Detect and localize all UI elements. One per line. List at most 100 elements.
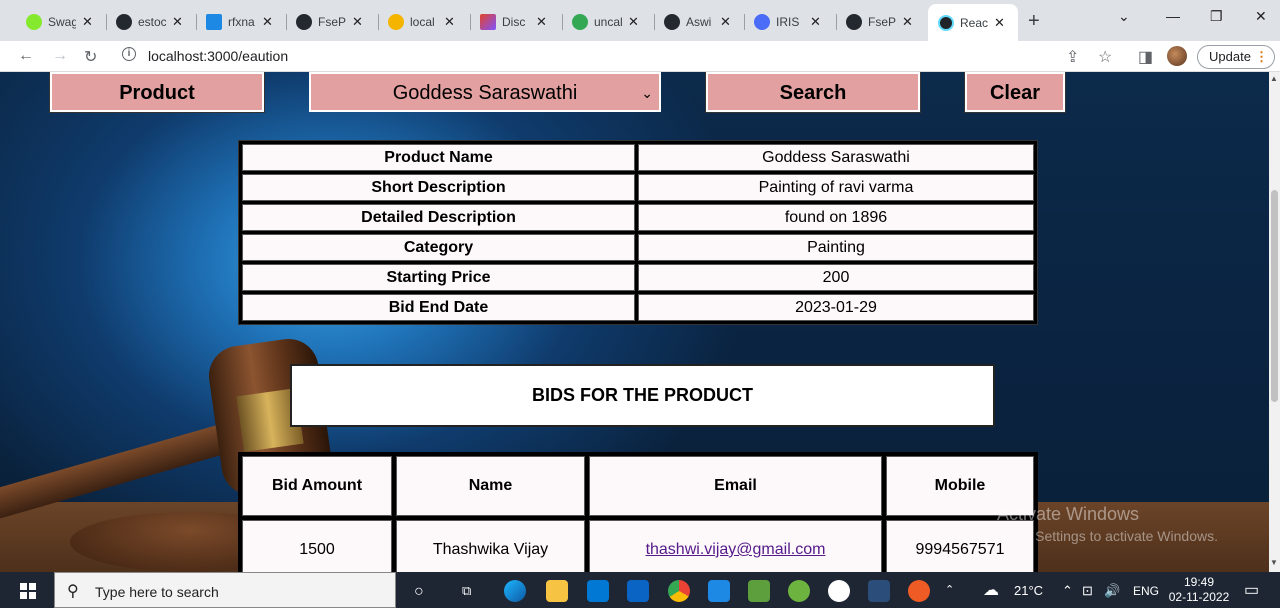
table-row: Product Name Goddess Saraswathi: [242, 144, 1034, 171]
table-row: Starting Price 200: [242, 264, 1034, 291]
detail-value: Painting of ravi varma: [638, 174, 1034, 201]
close-icon[interactable]: ✕: [994, 15, 1005, 31]
cortana-icon[interactable]: ○: [414, 583, 424, 601]
swagger-icon: [26, 13, 42, 30]
database-icon: [388, 13, 404, 30]
column-header: Name: [396, 456, 585, 516]
mail-icon[interactable]: [627, 580, 649, 602]
scroll-up-icon[interactable]: ▲: [1270, 74, 1278, 83]
minimize-icon[interactable]: —: [1166, 8, 1180, 24]
weather-temp[interactable]: 21°C: [1014, 583, 1043, 598]
tab-title: estoc: [138, 14, 166, 29]
close-icon[interactable]: ✕: [536, 14, 547, 30]
chrome-icon[interactable]: [668, 580, 690, 602]
tab-title: rfxna: [228, 14, 255, 29]
detail-key: Short Description: [242, 174, 635, 201]
forward-arrow-icon[interactable]: →: [52, 47, 68, 65]
tab-swagger[interactable]: Swag ✕: [16, 8, 107, 35]
tab-title: Aswi: [686, 14, 712, 29]
detail-value: Painting: [638, 234, 1034, 261]
chevron-up-icon[interactable]: ⌃: [945, 583, 954, 596]
reload-icon[interactable]: ↻: [84, 47, 97, 67]
tab-github-aswi[interactable]: Aswi ✕: [654, 8, 745, 35]
spring-tools-icon[interactable]: [788, 580, 810, 602]
close-icon[interactable]: ✕: [810, 14, 821, 30]
close-icon[interactable]: ✕: [352, 14, 363, 30]
tab-react-active[interactable]: Reac ✕: [928, 4, 1018, 41]
store-icon[interactable]: [587, 580, 609, 602]
product-button[interactable]: Product: [49, 72, 265, 113]
vscode-icon[interactable]: [708, 580, 730, 602]
github-icon: [846, 13, 862, 30]
detail-value: 2023-01-29: [638, 294, 1034, 321]
taskbar-clock[interactable]: 19:49 02-11-2022: [1165, 575, 1233, 605]
github-icon: [116, 13, 132, 30]
tab-github-fsep-2[interactable]: FseP ✕: [836, 8, 928, 35]
share-icon[interactable]: ⇪: [1066, 47, 1079, 67]
search-button[interactable]: Search: [705, 72, 921, 113]
file-explorer-icon[interactable]: [546, 580, 568, 602]
tab-disc[interactable]: Disc ✕: [470, 8, 563, 35]
close-icon[interactable]: ✕: [172, 14, 183, 30]
network-icon[interactable]: ⊡: [1082, 583, 1093, 599]
taskbar-search-input[interactable]: ⚲ Type here to search: [54, 572, 396, 608]
close-icon[interactable]: ✕: [720, 14, 731, 30]
bidder-email-cell: thashwi.vijay@gmail.com: [589, 520, 882, 572]
close-icon[interactable]: ✕: [628, 14, 639, 30]
ce-icon: [206, 13, 222, 30]
bid-amount: 1500: [242, 520, 392, 572]
scrollbar-thumb[interactable]: [1271, 190, 1278, 402]
page-scrollbar[interactable]: ▲ ▼: [1269, 72, 1280, 572]
new-tab-button[interactable]: +: [1028, 10, 1040, 33]
notification-icon[interactable]: ▭: [1244, 580, 1259, 600]
tab-title: IRIS: [776, 14, 800, 29]
notepad-plus-icon[interactable]: [748, 580, 770, 602]
product-select[interactable]: Goddess Saraswathi ⌄: [309, 72, 661, 112]
site-info-icon[interactable]: i: [122, 47, 136, 61]
restore-icon[interactable]: ❐: [1210, 8, 1223, 25]
bidder-name: Thashwika Vijay: [396, 520, 585, 572]
tab-title: Swag: [48, 14, 76, 29]
detail-key: Starting Price: [242, 264, 635, 291]
back-arrow-icon[interactable]: ←: [18, 47, 34, 65]
side-panel-icon[interactable]: ◨: [1138, 47, 1153, 67]
sql-developer-icon[interactable]: [868, 580, 890, 602]
clock-time: 19:49: [1183, 575, 1215, 589]
window-close-icon[interactable]: ✕: [1255, 8, 1267, 25]
weather-cloud-icon[interactable]: ☁: [983, 580, 999, 600]
close-icon[interactable]: ✕: [902, 14, 913, 30]
volume-icon[interactable]: 🔊: [1104, 583, 1120, 599]
tab-rfxna[interactable]: rfxna ✕: [196, 8, 287, 35]
close-icon[interactable]: ✕: [82, 14, 93, 30]
tab-local[interactable]: local ✕: [378, 8, 471, 35]
clear-button[interactable]: Clear: [964, 72, 1066, 113]
detail-value: found on 1896: [638, 204, 1034, 231]
product-details-table: Product Name Goddess Saraswathi Short Des…: [238, 140, 1038, 325]
tab-iris[interactable]: IRIS ✕: [744, 8, 837, 35]
language-indicator[interactable]: ENG: [1133, 584, 1159, 598]
scroll-down-icon[interactable]: ▼: [1270, 558, 1278, 567]
update-button[interactable]: Update ⋮: [1197, 45, 1275, 69]
tab-uncal[interactable]: uncal ✕: [562, 8, 655, 35]
tray-overflow-icon[interactable]: ⌃: [1062, 583, 1073, 599]
edge-icon[interactable]: [504, 580, 526, 602]
activate-windows-watermark: Activate Windows: [997, 504, 1140, 524]
address-bar[interactable]: localhost:3000/eaution: [148, 48, 288, 64]
tab-search-chevron-icon[interactable]: ⌄: [1118, 8, 1130, 25]
close-icon[interactable]: ✕: [262, 14, 273, 30]
kebab-menu-icon[interactable]: ⋮: [1255, 46, 1268, 68]
close-icon[interactable]: ✕: [444, 14, 455, 30]
postman-icon[interactable]: [908, 580, 930, 602]
profile-avatar[interactable]: [1167, 46, 1187, 66]
bookmark-star-icon[interactable]: ☆: [1098, 47, 1112, 67]
tab-github-estoc[interactable]: estoc ✕: [106, 8, 197, 35]
task-view-icon[interactable]: ⧉: [462, 583, 471, 599]
column-header: Email: [589, 456, 882, 516]
bidder-email-link[interactable]: thashwi.vijay@gmail.com: [646, 541, 826, 558]
search-icon: ⚲: [67, 583, 79, 600]
mongodb-compass-icon[interactable]: [828, 580, 850, 602]
windows-start-icon[interactable]: [20, 583, 36, 599]
tab-github-fsep[interactable]: FseP ✕: [286, 8, 379, 35]
table-row: Detailed Description found on 1896: [242, 204, 1034, 231]
tab-title: Reac: [960, 15, 988, 30]
